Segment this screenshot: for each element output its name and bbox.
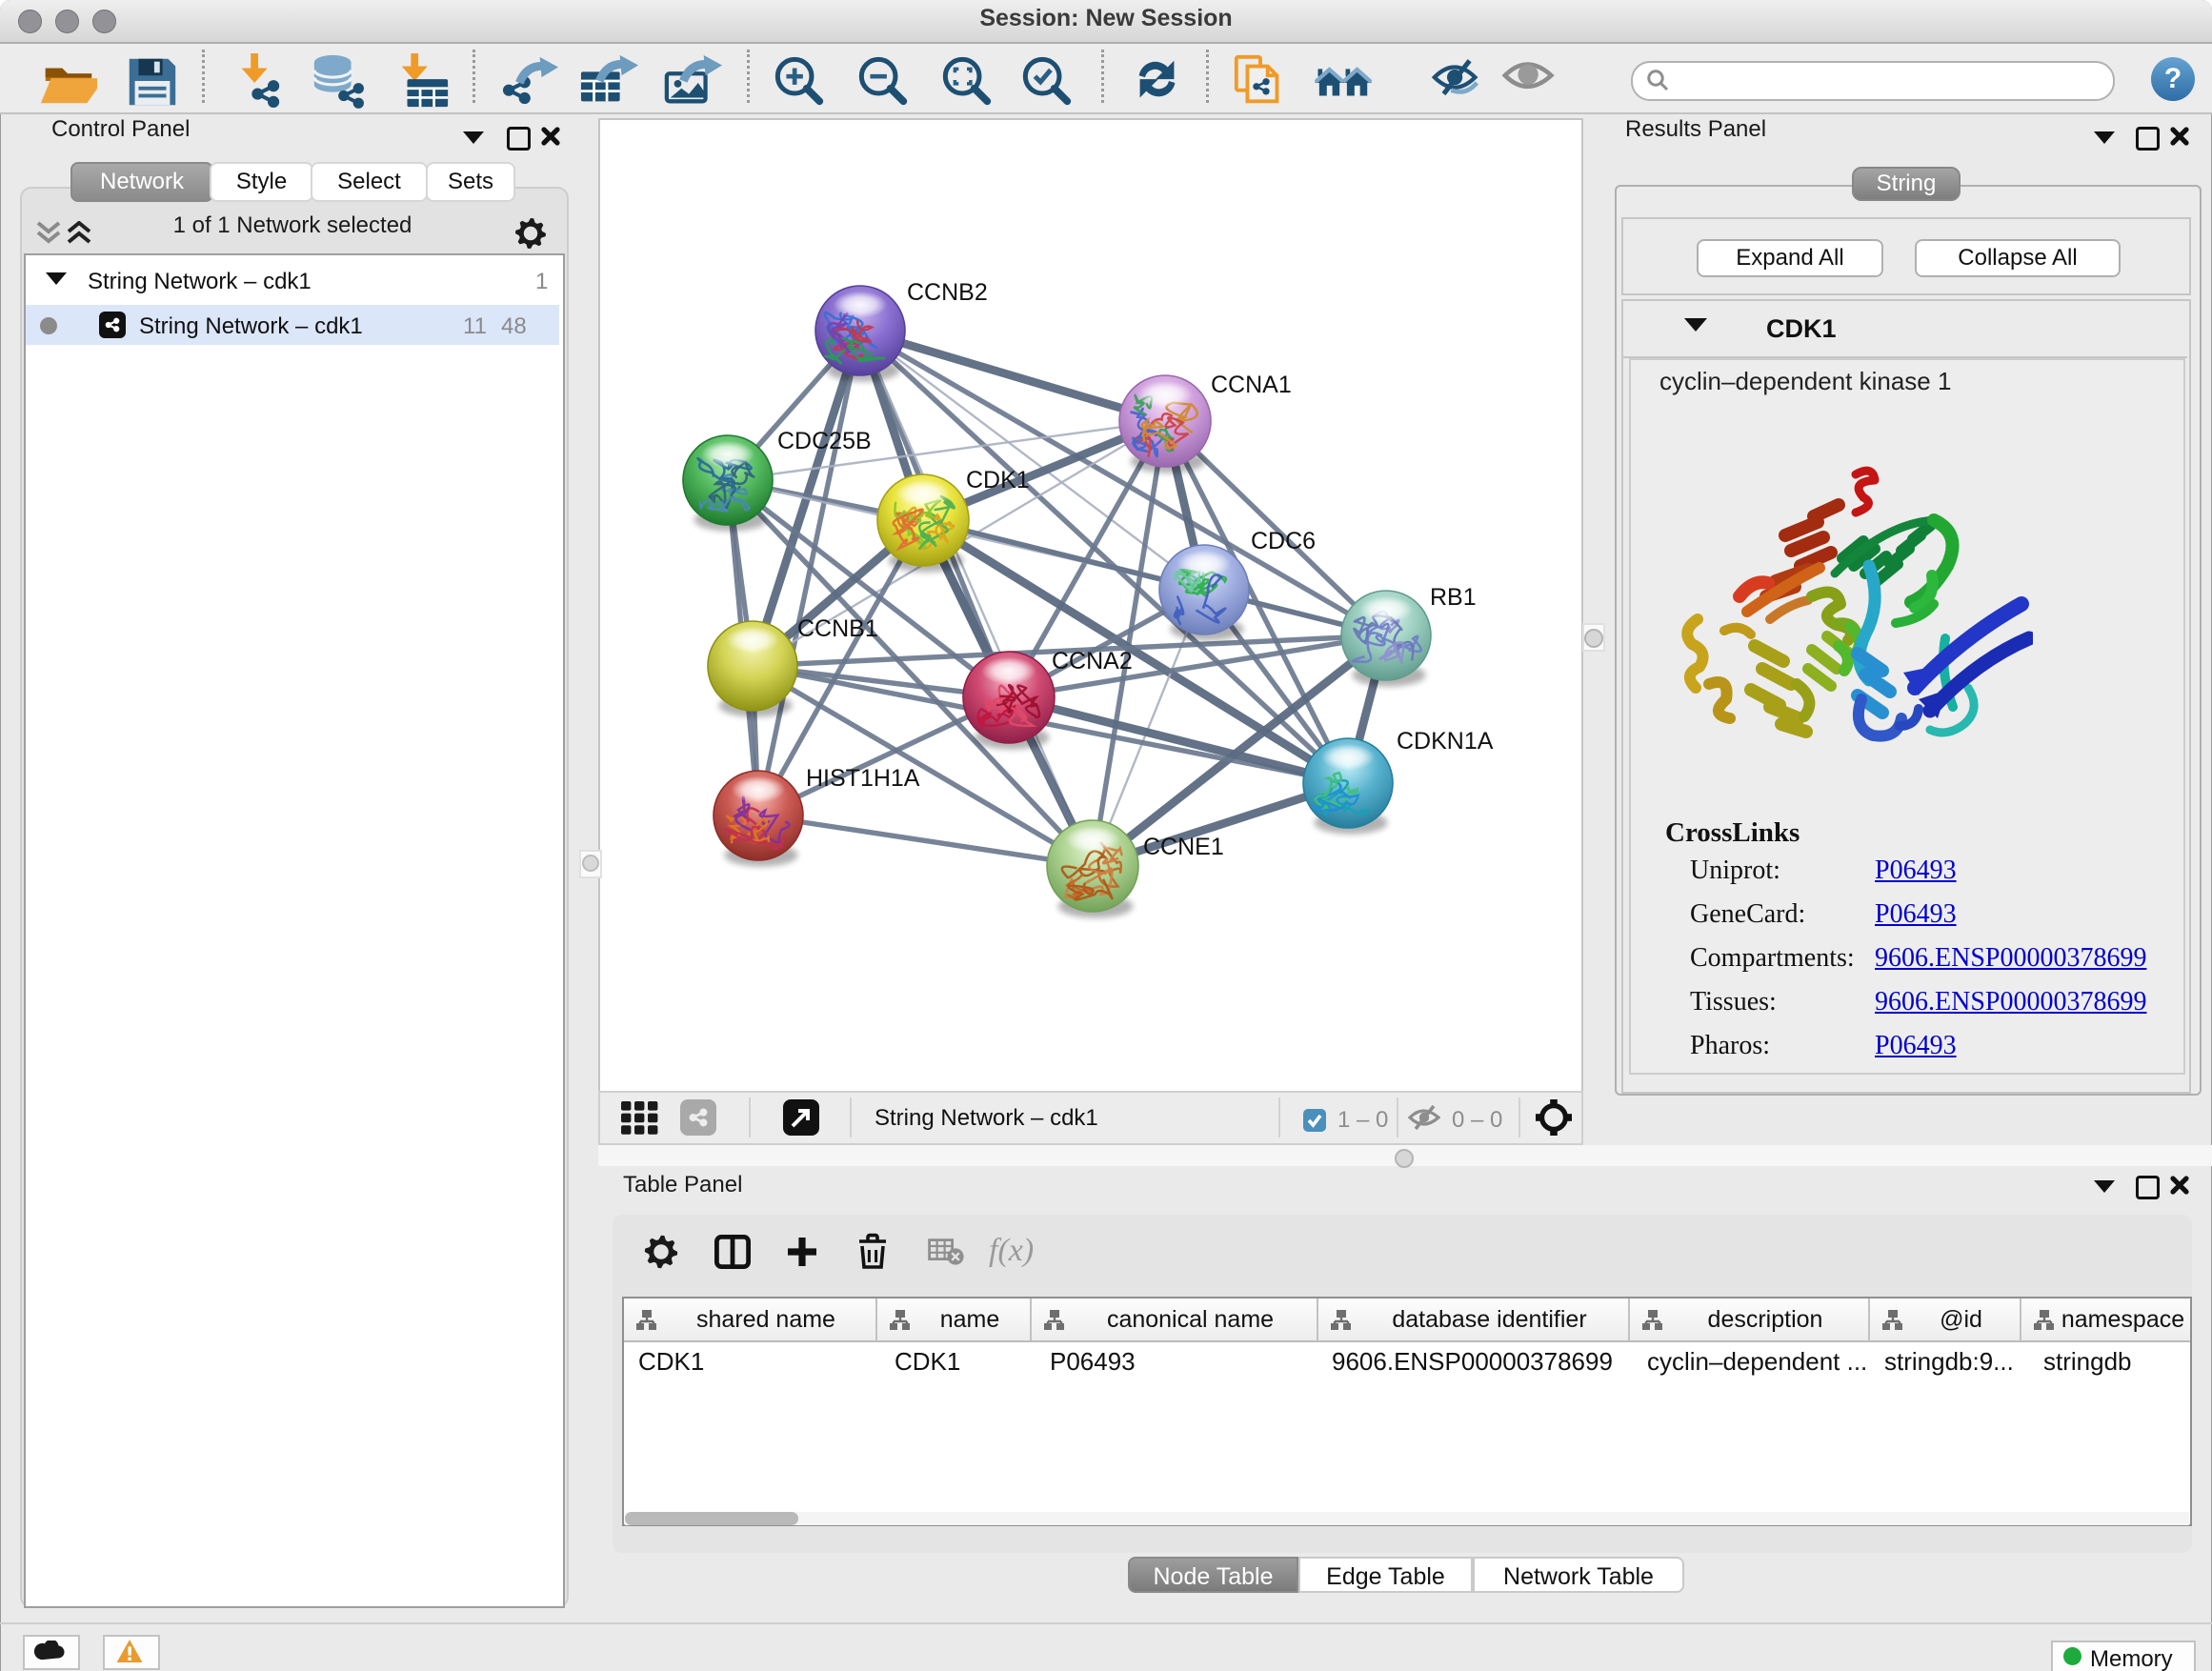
svg-text:CDK1: CDK1	[966, 467, 1030, 493]
svg-text:CDC25B: CDC25B	[777, 428, 872, 454]
svg-text:RB1: RB1	[1430, 584, 1477, 611]
svg-text:CCNA2: CCNA2	[1052, 648, 1133, 674]
svg-text:CCNA1: CCNA1	[1211, 372, 1292, 398]
svg-text:CCNE1: CCNE1	[1143, 834, 1224, 860]
svg-text:CDKN1A: CDKN1A	[1397, 728, 1494, 755]
svg-text:CCNB2: CCNB2	[907, 279, 988, 306]
svg-text:CDC6: CDC6	[1251, 528, 1316, 554]
svg-text:HIST1H1A: HIST1H1A	[806, 765, 920, 792]
svg-text:CCNB1: CCNB1	[797, 615, 878, 642]
